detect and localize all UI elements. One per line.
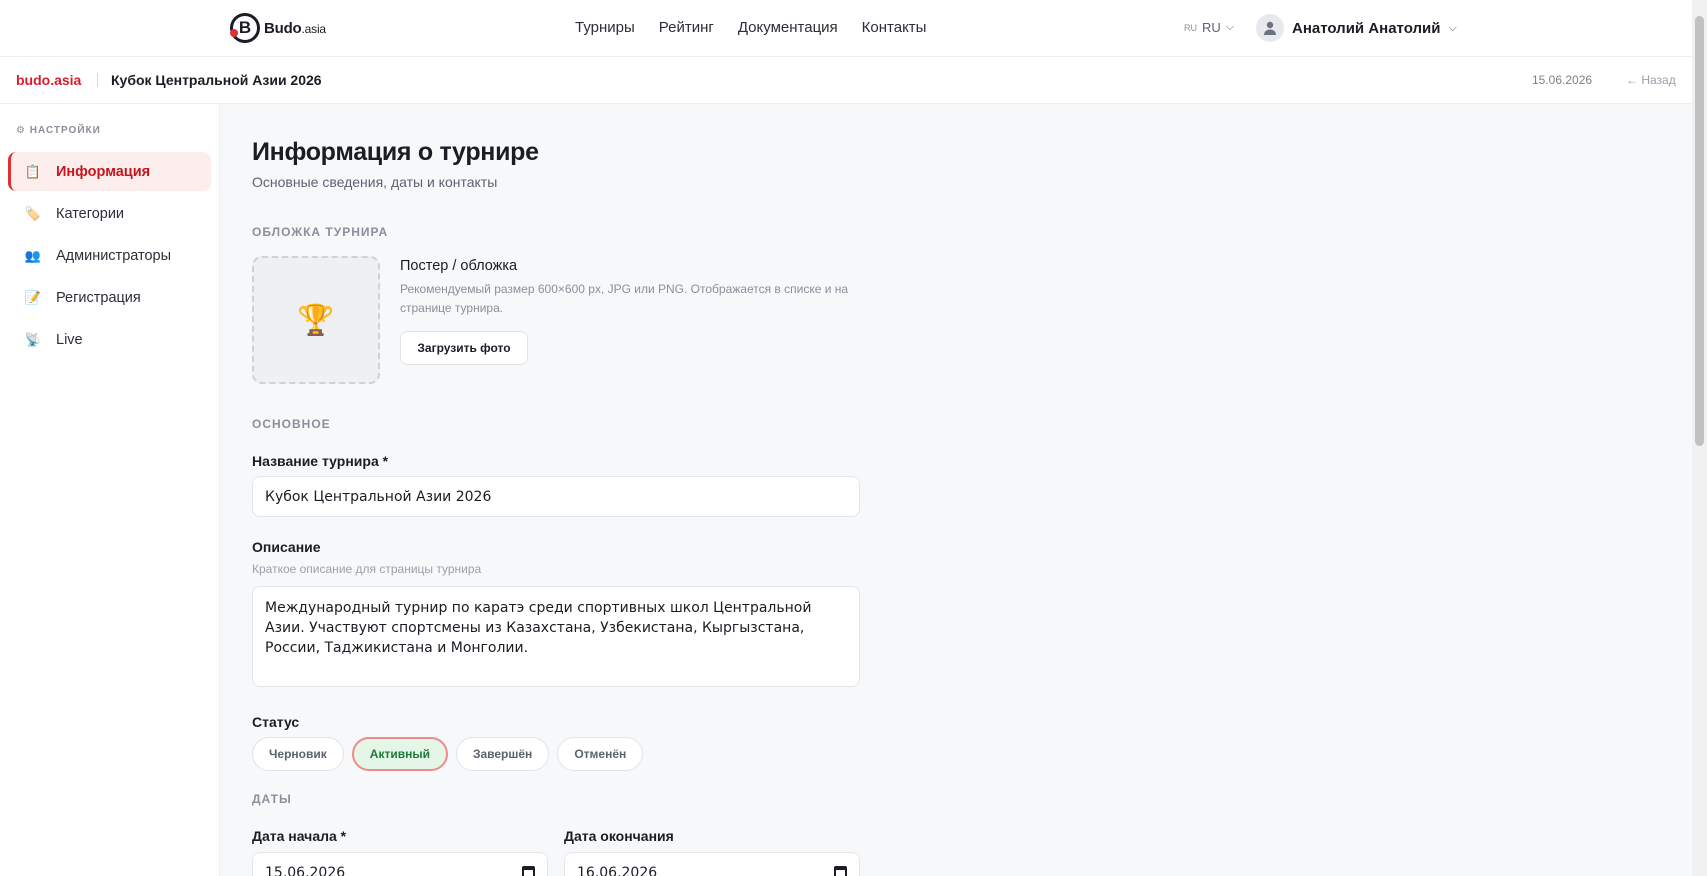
nav-link-rating[interactable]: Рейтинг [659, 19, 714, 36]
main-content: Информация о турнире Основные сведения, … [220, 104, 1707, 876]
sidebar-item-info[interactable]: 📋 Информация [8, 152, 211, 191]
description-label: Описание [252, 539, 321, 555]
main-nav: Турниры Рейтинг Документация Контакты [575, 19, 926, 36]
logo-text: Budo [264, 19, 302, 37]
back-link[interactable]: ← Назад [1626, 73, 1676, 87]
status-draft-button[interactable]: Черновик [252, 737, 344, 771]
end-date-input[interactable]: 16.06.2026 [564, 852, 860, 876]
trophy-icon: 🏆 [297, 303, 335, 337]
language-label: RU [1202, 20, 1221, 35]
chevron-down-icon: ⌵ [1448, 21, 1457, 34]
page-subtitle: Основные сведения, даты и контакты [252, 174, 498, 190]
start-date-input[interactable]: 15.06.2026 [252, 852, 548, 876]
avatar [1256, 14, 1284, 42]
sidebar-item-label: Регистрация [56, 289, 141, 306]
tag-icon: 🏷️ [24, 205, 42, 221]
sidebar-item-label: Live [56, 331, 83, 348]
sidebar-item-categories[interactable]: 🏷️ Категории [8, 194, 211, 233]
sidebar-heading: ⚙ НАСТРОЙКИ [16, 125, 101, 136]
divider [97, 73, 98, 87]
tournament-name-input[interactable]: Кубок Центральной Азии 2026 [252, 476, 860, 517]
scrollbar-thumb[interactable] [1695, 16, 1704, 446]
sidebar-item-label: Информация [56, 163, 151, 180]
nav-link-docs[interactable]: Документация [738, 19, 838, 36]
end-date-label: Дата окончания [564, 828, 674, 844]
upload-photo-button[interactable]: Загрузить фото [400, 331, 528, 365]
status-options: Черновик Активный Завершён Отменён [252, 737, 644, 771]
language-code-small: RU [1184, 22, 1197, 33]
section-cover-heading: ОБЛОЖКА ТУРНИРА [252, 225, 389, 239]
user-icon [1264, 21, 1276, 35]
nav-link-tournaments[interactable]: Турниры [575, 19, 635, 36]
sidebar-item-label: Администраторы [56, 247, 172, 264]
calendar-icon[interactable] [834, 866, 847, 876]
tournament-title: Кубок Центральной Азии 2026 [111, 72, 322, 88]
language-selector[interactable]: RU RU ⌵ [1184, 20, 1234, 35]
calendar-icon[interactable] [522, 866, 535, 876]
user-menu[interactable]: Анатолий Анатолий ⌵ [1256, 14, 1457, 42]
end-date-value: 16.06.2026 [577, 864, 658, 876]
cover-dropzone[interactable]: 🏆 [252, 256, 380, 384]
settings-sidebar: ⚙ НАСТРОЙКИ 📋 Информация 🏷️ Категории 👥 … [0, 104, 220, 876]
name-label: Название турнира * [252, 453, 389, 469]
sidebar-item-label: Категории [56, 205, 125, 222]
status-active-button[interactable]: Активный [351, 737, 448, 771]
start-date-value: 15.06.2026 [265, 864, 346, 876]
page-scrollbar[interactable] [1692, 0, 1707, 876]
section-dates-heading: ДАТЫ [252, 792, 292, 806]
users-icon: 👥 [24, 247, 42, 263]
sidebar-item-live[interactable]: 📡 Live [8, 320, 211, 359]
nav-link-contacts[interactable]: Контакты [862, 19, 927, 36]
section-basic-heading: ОСНОВНОЕ [252, 417, 331, 431]
logo-suffix: .asia [301, 21, 327, 36]
sidebar-item-admins[interactable]: 👥 Администраторы [8, 236, 211, 275]
user-name: Анатолий Анатолий [1292, 19, 1441, 37]
top-navbar: B Budo.asia Турниры Рейтинг Документация… [0, 0, 1707, 57]
page-title: Информация о турнире [252, 138, 539, 166]
brand-link[interactable]: budo.asia [16, 72, 81, 88]
satellite-icon: 📡 [24, 331, 42, 347]
cover-hint: Рекомендуемый размер 600×600 px, JPG или… [400, 282, 849, 315]
status-label: Статус [252, 714, 300, 730]
tournament-date: 15.06.2026 [1532, 73, 1593, 87]
logo-mark-icon: B [230, 13, 260, 43]
description-hint: Краткое описание для страницы турнира [252, 562, 482, 576]
tournament-header: budo.asia Кубок Центральной Азии 2026 15… [0, 57, 1707, 104]
start-date-label: Дата начала * [252, 828, 347, 844]
status-cancelled-button[interactable]: Отменён [557, 737, 644, 771]
memo-icon: 📝 [24, 289, 42, 305]
clipboard-icon: 📋 [24, 163, 42, 179]
description-textarea[interactable]: Международный турнир по каратэ среди спо… [252, 586, 860, 687]
cover-title: Постер / обложка [400, 258, 518, 274]
sidebar-item-registration[interactable]: 📝 Регистрация [8, 278, 211, 317]
chevron-down-icon: ⌵ [1225, 21, 1235, 33]
logo[interactable]: B Budo.asia [230, 13, 326, 43]
status-finished-button[interactable]: Завершён [455, 737, 550, 771]
